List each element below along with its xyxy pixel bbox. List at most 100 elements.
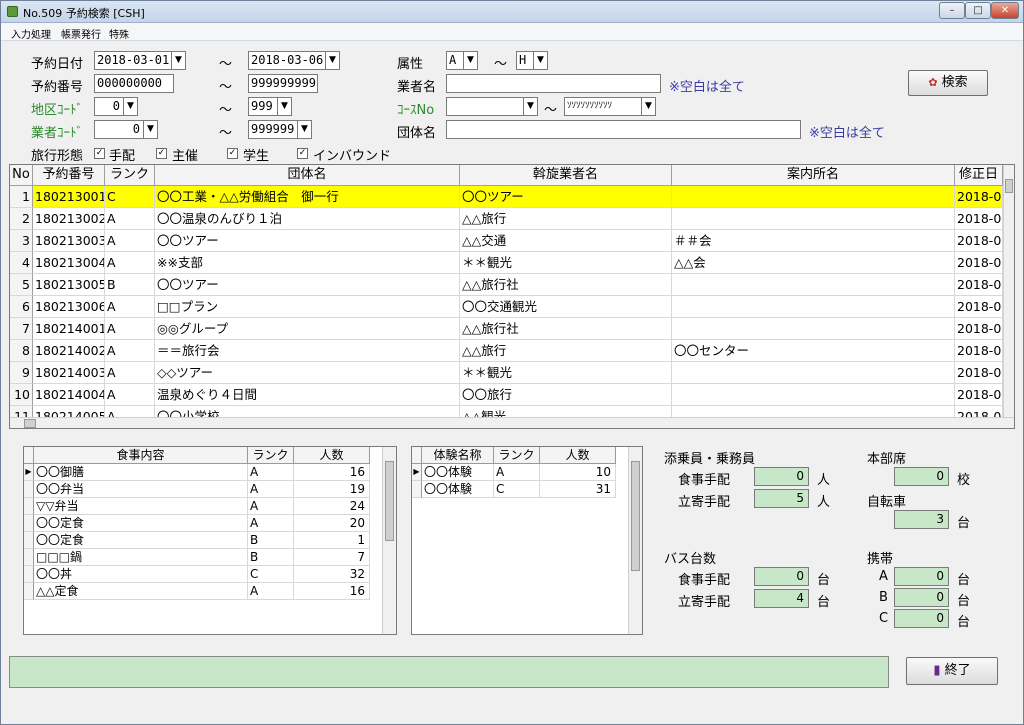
carry-c-value[interactable]: 0 [894,609,949,628]
carry-b-value[interactable]: 0 [894,588,949,607]
meal-cell-count[interactable]: 16 [294,583,370,600]
travel-check-inbound[interactable]: ✓ [297,148,308,159]
attr-to-dropdown[interactable]: ▼ [534,51,548,70]
meal-row-header[interactable] [24,532,34,549]
col-header-id[interactable]: 予約番号 [33,165,105,186]
exp-cell-name[interactable]: 〇〇体験 [422,464,494,481]
area-to-input[interactable]: 999 [248,97,278,116]
meal-row-header[interactable] [24,566,34,583]
exp-vscroll[interactable] [628,447,642,634]
exp-col-name[interactable]: 体験名称 [422,447,494,464]
attr-from-dropdown[interactable]: ▼ [464,51,478,70]
table-row[interactable]: 4180213004A※※支部＊＊観光△△会2018-02 [10,252,1014,274]
meal-cell-rank[interactable]: B [248,549,294,566]
crew-stop-value[interactable]: 5 [754,489,809,508]
search-button[interactable]: ✿ 検索 [908,70,988,96]
meal-row-header[interactable] [24,583,34,600]
meal-row-header[interactable] [24,549,34,566]
bus-meal-value[interactable]: 0 [754,567,809,586]
grid-hscroll[interactable] [10,417,1014,428]
meal-cell-name[interactable]: 〇〇丼 [34,566,248,583]
maximize-button[interactable]: □ [965,2,991,19]
meal-row-header[interactable] [24,481,34,498]
meal-cell-rank[interactable]: A [248,464,294,481]
table-row[interactable]: 2180213002A〇〇温泉のんびり１泊△△旅行 2018-02 [10,208,1014,230]
table-row[interactable]: 8180214002A＝＝旅行会△△旅行〇〇センター2018-02 [10,340,1014,362]
attr-from-input[interactable]: A [446,51,464,70]
exp-cell-rank[interactable]: A [494,464,540,481]
exp-cell-count[interactable]: 31 [540,481,616,498]
menu-special[interactable]: 特殊 [109,26,129,41]
exp-row-header[interactable]: ▶ [412,464,422,481]
vendor-to-dropdown[interactable]: ▼ [298,120,312,139]
table-row[interactable]: 9180214003A◇◇ツアー＊＊観光 2018-02 [10,362,1014,384]
meal-vscroll-thumb[interactable] [385,461,394,541]
vendor-to-input[interactable]: 999999 [248,120,298,139]
table-row[interactable]: 3180213003A〇〇ツアー△△交通＃＃会2018-02 [10,230,1014,252]
meal-cell-rank[interactable]: B [248,532,294,549]
meal-cell-count[interactable]: 32 [294,566,370,583]
meal-cell-name[interactable]: □□□鍋 [34,549,248,566]
meal-row-header[interactable] [24,498,34,515]
area-to-dropdown[interactable]: ▼ [278,97,292,116]
meal-cell-name[interactable]: ▽▽弁当 [34,498,248,515]
meal-cell-name[interactable]: 〇〇弁当 [34,481,248,498]
crew-meal-value[interactable]: 0 [754,467,809,486]
travel-check-shusai[interactable]: ✓ [156,148,167,159]
table-row[interactable]: 1180213001C〇〇工業・△△労働組合 御一行〇〇ツアー 2018-02 [10,186,1014,208]
col-header-office[interactable]: 案内所名 [672,165,955,186]
date-to-input[interactable]: 2018-03-06 [248,51,326,70]
vendor-from-dropdown[interactable]: ▼ [144,120,158,139]
date-from-dropdown[interactable]: ▼ [172,51,186,70]
menu-input[interactable]: 入力処理 [11,26,51,41]
meal-grid[interactable]: 食事内容 ランク 人数 ▶ 〇〇御膳 A 16 〇〇弁当 A 19 ▽▽弁当 A 24 〇〇定食 A 2… [23,446,397,635]
grid-vscroll-thumb[interactable] [1005,179,1013,193]
travel-check-tehai[interactable]: ✓ [94,148,105,159]
meal-cell-name[interactable]: △△定食 [34,583,248,600]
table-row[interactable]: 7180214001A◎◎グループ△△旅行社 2018-02 [10,318,1014,340]
date-to-dropdown[interactable]: ▼ [326,51,340,70]
date-from-input[interactable]: 2018-03-01 [94,51,172,70]
num-from-input[interactable]: 000000000 [94,74,174,93]
exp-col-rank[interactable]: ランク [494,447,540,464]
exp-col-count[interactable]: 人数 [540,447,616,464]
exp-cell-count[interactable]: 10 [540,464,616,481]
menu-report[interactable]: 帳票発行 [61,26,101,41]
grid-hscroll-thumb[interactable] [24,419,36,428]
exp-cell-name[interactable]: 〇〇体験 [422,481,494,498]
meal-col-name[interactable]: 食事内容 [34,447,248,464]
course-to-input[interactable]: ｿｿｿｿｿｿｿｿｿｿ [564,97,642,116]
vname-input[interactable] [446,74,661,93]
reservation-grid[interactable]: No 予約番号 ランク 団体名 斡旋業者名 案内所名 修正日 1 18021300… [9,164,1015,429]
travel-check-gakusei[interactable]: ✓ [227,148,238,159]
close-button[interactable]: ✕ [991,2,1019,19]
meal-cell-name[interactable]: 〇〇定食 [34,515,248,532]
meal-vscroll[interactable] [382,447,396,634]
minimize-button[interactable]: – [939,2,965,19]
exp-cell-rank[interactable]: C [494,481,540,498]
bike-value[interactable]: 3 [894,510,949,529]
col-header-agent[interactable]: 斡旋業者名 [460,165,672,186]
meal-cell-rank[interactable]: A [248,481,294,498]
meal-cell-count[interactable]: 24 [294,498,370,515]
col-header-no[interactable]: No [10,165,33,186]
meal-cell-rank[interactable]: A [248,515,294,532]
meal-cell-count[interactable]: 20 [294,515,370,532]
meal-col-rank[interactable]: ランク [248,447,294,464]
meal-cell-rank[interactable]: A [248,498,294,515]
table-row[interactable]: 6180213006A□□プラン〇〇交通観光 2018-02 [10,296,1014,318]
meal-cell-name[interactable]: 〇〇御膳 [34,464,248,481]
meal-cell-rank[interactable]: C [248,566,294,583]
attr-to-input[interactable]: H [516,51,534,70]
exp-row-header[interactable] [412,481,422,498]
carry-a-value[interactable]: 0 [894,567,949,586]
course-from-dropdown[interactable]: ▼ [524,97,538,116]
course-to-dropdown[interactable]: ▼ [642,97,656,116]
area-from-dropdown[interactable]: ▼ [124,97,138,116]
meal-cell-rank[interactable]: A [248,583,294,600]
col-header-date[interactable]: 修正日 [955,165,1003,186]
meal-cell-count[interactable]: 19 [294,481,370,498]
meal-row-header[interactable] [24,515,34,532]
col-header-rank[interactable]: ランク [105,165,155,186]
meal-cell-count[interactable]: 7 [294,549,370,566]
